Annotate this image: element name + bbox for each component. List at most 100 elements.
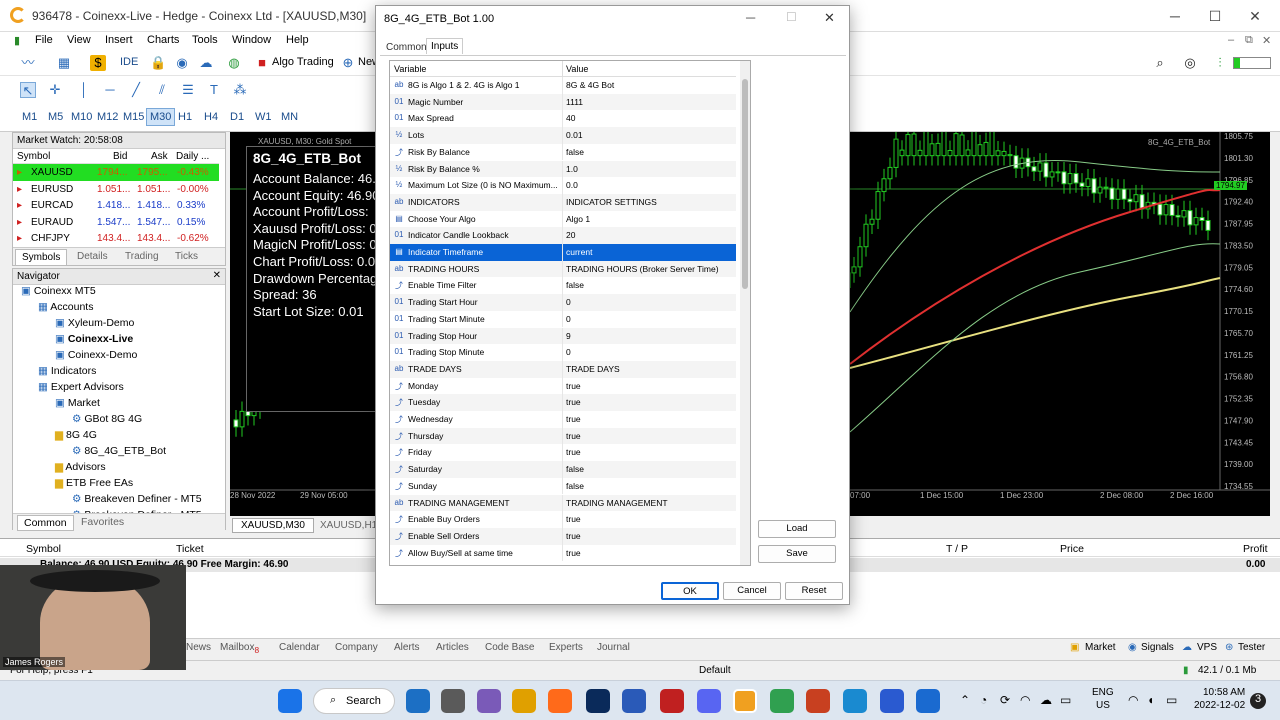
- navigator-item[interactable]: ⚙ 8G_4G_ETB_Bot: [72, 445, 166, 457]
- input-row[interactable]: 01 Magic Number 1111: [390, 93, 736, 111]
- globe-icon[interactable]: ◍: [226, 55, 242, 71]
- input-row[interactable]: ab INDICATORS INDICATOR SETTINGS: [390, 193, 736, 211]
- market-watch-row[interactable]: ▸ EURCAD 1.418... 1.418... 0.33%: [13, 197, 219, 214]
- param-value[interactable]: current: [566, 247, 592, 257]
- tray-headset-icon[interactable]: ◠: [1020, 693, 1030, 707]
- clock-time[interactable]: 10:58 AM: [1203, 687, 1245, 698]
- tab-journal[interactable]: Journal: [597, 642, 630, 653]
- tab-trading[interactable]: Trading: [125, 251, 159, 262]
- param-value[interactable]: true: [566, 447, 581, 457]
- tester-link[interactable]: Tester: [1238, 642, 1265, 653]
- market-watch-row[interactable]: ▸ EURAUD 1.547... 1.547... 0.15%: [13, 214, 219, 231]
- search-icon[interactable]: ⌕: [1152, 55, 1168, 71]
- navigator-item[interactable]: ▣ Coinexx-Demo: [55, 349, 137, 361]
- navigator-item[interactable]: ⚙ GBot 8G 4G: [72, 413, 142, 425]
- ide-button[interactable]: IDE: [120, 56, 138, 68]
- zoom-icon[interactable]: [406, 689, 430, 713]
- param-value[interactable]: 1.0: [566, 164, 578, 174]
- start-icon[interactable]: [278, 689, 302, 713]
- explorer-icon[interactable]: [512, 689, 536, 713]
- col-profit[interactable]: Profit: [1243, 543, 1268, 555]
- tf-m5[interactable]: M5: [48, 111, 63, 123]
- tab-alerts[interactable]: Alerts: [394, 642, 420, 653]
- calculator-icon[interactable]: [441, 689, 465, 713]
- navigator-item[interactable]: ▆ 8G 4G: [55, 429, 97, 441]
- tab-details[interactable]: Details: [77, 251, 108, 262]
- trendline-icon[interactable]: ╱: [128, 82, 144, 98]
- tab-common[interactable]: Common: [17, 515, 74, 531]
- market-link[interactable]: Market: [1085, 642, 1116, 653]
- tab-ticks[interactable]: Ticks: [175, 251, 198, 262]
- col-symbol-terminal[interactable]: Symbol: [26, 543, 61, 555]
- lang-indicator[interactable]: ENG: [1092, 687, 1114, 698]
- market-watch-row[interactable]: ▸ XAUUSD 1794... 1795... -0.43%: [13, 164, 219, 181]
- chart-tab-xauusd-h1[interactable]: XAUUSD,H1: [320, 520, 377, 531]
- param-value[interactable]: 8G & 4G Bot: [566, 80, 614, 90]
- tf-m15[interactable]: M15: [123, 111, 144, 123]
- param-value[interactable]: 0: [566, 347, 571, 357]
- menu-charts[interactable]: Charts: [147, 34, 179, 46]
- tf-mn[interactable]: MN: [281, 111, 298, 123]
- powerpoint-icon[interactable]: [806, 689, 830, 713]
- notification-badge[interactable]: 3: [1250, 693, 1266, 709]
- horizontal-line-icon[interactable]: ─: [102, 82, 118, 98]
- cursor-icon[interactable]: ↖: [20, 82, 36, 98]
- cloud-icon[interactable]: ☁: [198, 55, 214, 71]
- chrome-icon[interactable]: [770, 689, 794, 713]
- algo-trading-button[interactable]: Algo Trading: [272, 56, 334, 68]
- input-row[interactable]: 01 Trading Start Hour 0: [390, 294, 736, 311]
- input-row[interactable]: 01 Max Spread 40: [390, 110, 736, 128]
- tf-h1[interactable]: H1: [178, 111, 192, 123]
- input-row[interactable]: ⤴ Thursday true: [390, 427, 736, 445]
- load-button[interactable]: Load: [758, 520, 836, 538]
- crosshair-icon[interactable]: ✛: [47, 82, 63, 98]
- reset-button[interactable]: Reset: [785, 582, 843, 600]
- param-value[interactable]: 0: [566, 314, 571, 324]
- taskbar-search[interactable]: ⌕ Search: [313, 688, 395, 714]
- navigator-close-icon[interactable]: ✕: [213, 270, 221, 281]
- input-row[interactable]: ⤴ Sunday false: [390, 477, 736, 495]
- navigator-item[interactable]: ⚙ Breakeven Definer - MT5: [72, 493, 202, 505]
- input-row[interactable]: ▤ Indicator Timeframe current: [390, 244, 736, 261]
- param-value[interactable]: false: [566, 280, 584, 290]
- fibonacci-icon[interactable]: ☰: [180, 82, 196, 98]
- edge-icon[interactable]: [843, 689, 867, 713]
- dialog-close[interactable]: ✕: [824, 10, 835, 26]
- param-value[interactable]: 40: [566, 113, 575, 123]
- navigator-item[interactable]: ▦ Accounts: [38, 301, 93, 313]
- notepad-icon[interactable]: [916, 689, 940, 713]
- menu-view[interactable]: View: [67, 34, 91, 46]
- param-value[interactable]: true: [566, 414, 581, 424]
- col-daily[interactable]: Daily ...: [176, 151, 209, 162]
- col-tp[interactable]: T / P: [946, 543, 968, 555]
- input-row[interactable]: ⤴ Tuesday true: [390, 394, 736, 411]
- input-row[interactable]: ½ Lots 0.01: [390, 127, 736, 144]
- tf-m1[interactable]: M1: [22, 111, 37, 123]
- input-row[interactable]: ab TRADING MANAGEMENT TRADING MANAGEMENT: [390, 494, 736, 512]
- vertical-line-icon[interactable]: │: [76, 82, 92, 98]
- input-row[interactable]: ⤴ Enable Sell Orders true: [390, 527, 736, 545]
- input-row[interactable]: ▤ Choose Your Algo Algo 1: [390, 210, 736, 228]
- tray-cloud-icon[interactable]: ☁: [1040, 693, 1052, 707]
- tray-folder-icon[interactable]: ▭: [1060, 693, 1071, 707]
- zoom-app-icon[interactable]: [880, 689, 904, 713]
- region-indicator[interactable]: US: [1096, 700, 1110, 711]
- param-value[interactable]: TRADING MANAGEMENT: [566, 498, 668, 508]
- lock-icon[interactable]: 🔒: [150, 55, 166, 71]
- input-row[interactable]: ½ Risk By Balance % 1.0: [390, 160, 736, 178]
- param-value[interactable]: 20: [566, 230, 575, 240]
- col-symbol[interactable]: Symbol: [17, 151, 50, 162]
- close-button[interactable]: ✕: [1240, 6, 1270, 26]
- tf-m12[interactable]: M12: [97, 111, 118, 123]
- navigator-item[interactable]: ▆ ETB Free EAs: [55, 477, 133, 489]
- col-value[interactable]: Value: [566, 64, 588, 74]
- menu-file[interactable]: File: [35, 34, 53, 46]
- cancel-button[interactable]: Cancel: [723, 582, 781, 600]
- navigator-item[interactable]: ▣ Xyleum-Demo: [55, 317, 134, 329]
- tf-w1[interactable]: W1: [255, 111, 272, 123]
- dialog-minimize[interactable]: ─: [746, 10, 755, 25]
- navigator-item[interactable]: ▣ Coinexx MT5: [21, 285, 96, 297]
- tab-favorites[interactable]: Favorites: [81, 516, 124, 528]
- param-value[interactable]: true: [566, 431, 581, 441]
- input-row[interactable]: ⤴ Enable Buy Orders true: [390, 511, 736, 528]
